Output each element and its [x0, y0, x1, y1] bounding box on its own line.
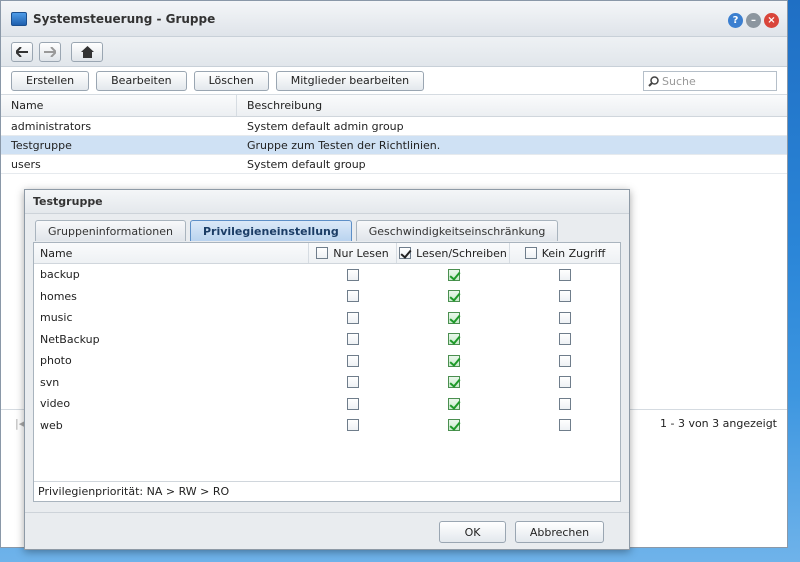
search-input[interactable]: Suche — [643, 71, 777, 91]
na-checkbox[interactable] — [559, 397, 571, 410]
arrow-right-icon — [44, 46, 56, 57]
pager-info: 1 - 3 von 3 angezeigt — [659, 417, 777, 430]
rw-checkbox[interactable] — [447, 419, 460, 432]
tab-privileges[interactable]: Privilegieneinstellung — [189, 220, 352, 241]
rw-checkbox[interactable] — [447, 397, 460, 410]
delete-button[interactable]: Löschen — [193, 70, 269, 91]
read-only-label: Nur Lesen — [333, 246, 389, 260]
arrow-left-icon — [16, 46, 28, 57]
ro-checkbox[interactable] — [347, 376, 359, 389]
share-name: web — [40, 418, 63, 432]
column-header-name[interactable]: Name — [1, 95, 237, 116]
ro-checkbox[interactable] — [347, 290, 359, 303]
table-row[interactable]: users System default group — [1, 155, 787, 174]
share-name: photo — [40, 354, 72, 368]
column-header-description[interactable]: Beschreibung — [237, 99, 322, 112]
table-row[interactable]: administrators System default admin grou… — [1, 117, 787, 136]
share-name: homes — [40, 289, 77, 303]
edit-button[interactable]: Bearbeiten — [96, 70, 187, 91]
tab-speed-limit[interactable]: Geschwindigkeitseinschränkung — [355, 220, 559, 241]
minimize-icon[interactable]: – — [746, 13, 761, 28]
rw-checkbox[interactable] — [447, 290, 460, 303]
tab-group-info[interactable]: Gruppeninformationen — [35, 220, 186, 241]
read-write-label: Lesen/Schreiben — [416, 246, 507, 260]
ro-checkbox[interactable] — [347, 397, 359, 410]
na-checkbox[interactable] — [559, 419, 571, 432]
ro-checkbox[interactable] — [347, 354, 359, 367]
privileges-panel: Name Nur Lesen Lesen/Schreiben Kein Zugr… — [33, 242, 621, 502]
privileges-header: Name Nur Lesen Lesen/Schreiben Kein Zugr… — [34, 243, 620, 264]
share-row: NetBackup — [34, 329, 620, 351]
share-row: photo — [34, 350, 620, 372]
rw-checkbox[interactable] — [447, 354, 460, 367]
dialog-tabs: Gruppeninformationen Privilegieneinstell… — [35, 220, 559, 241]
rw-checkbox[interactable] — [447, 376, 460, 389]
share-name: NetBackup — [40, 332, 100, 346]
create-button[interactable]: Erstellen — [11, 70, 90, 91]
title-bar: Systemsteuerung - Gruppe ? – × — [1, 1, 787, 37]
close-icon[interactable]: × — [764, 13, 779, 28]
share-row: video — [34, 393, 620, 415]
share-row: svn — [34, 372, 620, 394]
select-all-read-write-checkbox[interactable] — [399, 247, 412, 259]
rw-checkbox[interactable] — [447, 268, 460, 281]
ro-checkbox[interactable] — [347, 419, 359, 432]
column-header-name: Name — [34, 243, 309, 263]
no-access-label: Kein Zugriff — [541, 246, 606, 260]
share-row: music — [34, 307, 620, 329]
share-row: backup — [34, 264, 620, 286]
dialog-footer: OK Abbrechen — [25, 512, 629, 550]
share-name: music — [40, 311, 73, 325]
nav-bar — [1, 37, 787, 67]
na-checkbox[interactable] — [559, 354, 571, 367]
row-description: System default admin group — [247, 119, 404, 133]
column-header-no-access: Kein Zugriff — [510, 243, 620, 263]
group-table-header: Name Beschreibung — [1, 95, 787, 117]
na-checkbox[interactable] — [559, 311, 571, 324]
na-checkbox[interactable] — [559, 290, 571, 303]
table-row-selected[interactable]: Testgruppe Gruppe zum Testen der Richtli… — [1, 136, 787, 155]
search-placeholder: Suche — [662, 74, 696, 88]
privilege-priority-note: Privilegienpriorität: NA > RW > RO — [34, 481, 620, 501]
search-icon — [648, 75, 659, 87]
help-icon[interactable]: ? — [728, 13, 743, 28]
rw-checkbox[interactable] — [447, 333, 460, 346]
ro-checkbox[interactable] — [347, 311, 359, 324]
group-dialog: Testgruppe Gruppeninformationen Privileg… — [24, 189, 630, 550]
na-checkbox[interactable] — [559, 268, 571, 281]
row-description: Gruppe zum Testen der Richtlinien. — [247, 138, 441, 152]
na-checkbox[interactable] — [559, 376, 571, 389]
back-button[interactable] — [11, 41, 33, 62]
column-header-read-write: Lesen/Schreiben — [397, 243, 510, 263]
select-all-no-access-checkbox[interactable] — [524, 247, 537, 259]
column-header-read-only: Nur Lesen — [309, 243, 397, 263]
row-name: users — [11, 157, 41, 171]
ro-checkbox[interactable] — [347, 333, 359, 346]
select-all-read-only-checkbox[interactable] — [316, 247, 329, 259]
row-description: System default group — [247, 157, 366, 171]
home-icon — [80, 45, 94, 58]
home-button[interactable] — [71, 41, 103, 62]
row-name: administrators — [11, 119, 92, 133]
row-name: Testgruppe — [11, 138, 72, 152]
window-title: Systemsteuerung - Gruppe — [33, 11, 216, 26]
forward-button[interactable] — [39, 41, 61, 62]
share-row: homes — [34, 286, 620, 308]
share-name: svn — [40, 375, 60, 389]
na-checkbox[interactable] — [559, 333, 571, 346]
rw-checkbox[interactable] — [447, 311, 460, 324]
edit-members-button[interactable]: Mitglieder bearbeiten — [275, 70, 425, 91]
dialog-title: Testgruppe — [25, 190, 629, 214]
share-name: backup — [40, 268, 80, 282]
share-name: video — [40, 397, 71, 411]
control-panel-icon — [11, 11, 27, 26]
ro-checkbox[interactable] — [347, 268, 359, 281]
share-row: web — [34, 415, 620, 437]
share-list: backup homes music NetBackup photo svn video we… — [34, 264, 620, 436]
ok-button[interactable]: OK — [439, 521, 506, 543]
cancel-button[interactable]: Abbrechen — [515, 521, 604, 543]
